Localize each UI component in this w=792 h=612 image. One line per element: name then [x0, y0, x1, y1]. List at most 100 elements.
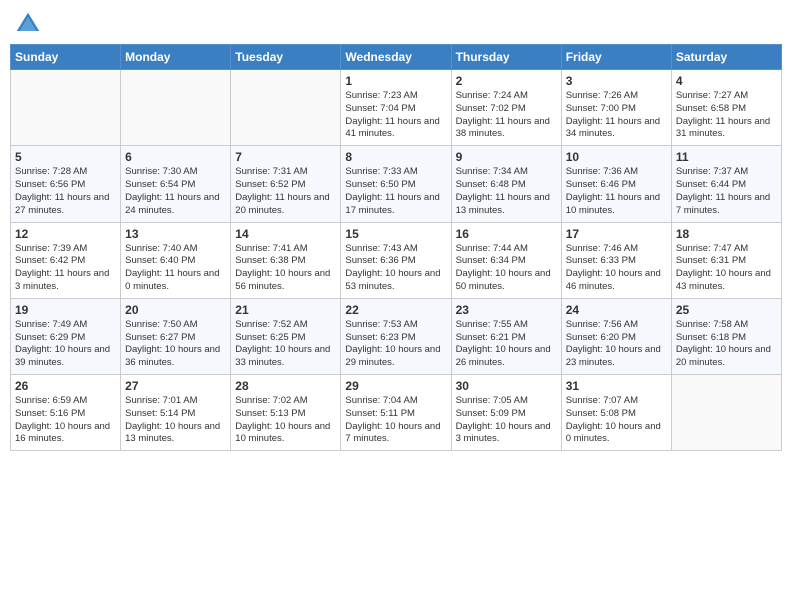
day-info: Sunrise: 7:41 AM Sunset: 6:38 PM Dayligh… [235, 243, 336, 294]
day-info: Sunrise: 7:05 AM Sunset: 5:09 PM Dayligh… [456, 395, 557, 446]
weekday-header-saturday: Saturday [671, 45, 781, 70]
day-number: 12 [15, 227, 116, 241]
week-row-4: 19 Sunrise: 7:49 AM Sunset: 6:29 PM Dayli… [11, 298, 782, 374]
day-number: 30 [456, 379, 557, 393]
day-number: 1 [345, 74, 446, 88]
weekday-header-row: SundayMondayTuesdayWednesdayThursdayFrid… [11, 45, 782, 70]
day-info: Sunrise: 7:50 AM Sunset: 6:27 PM Dayligh… [125, 319, 226, 370]
day-number: 25 [676, 303, 777, 317]
day-info: Sunrise: 7:23 AM Sunset: 7:04 PM Dayligh… [345, 90, 446, 141]
calendar-cell: 15Sunrise: 7:43 AM Sunset: 6:36 PM Dayli… [341, 222, 451, 298]
calendar-cell: 26 Sunrise: 6:59 AM Sunset: 5:16 PM Dayli… [11, 375, 121, 451]
calendar-cell: 28Sunrise: 7:02 AM Sunset: 5:13 PM Dayli… [231, 375, 341, 451]
day-number: 19 [15, 303, 116, 317]
day-number: 3 [566, 74, 667, 88]
calendar-cell: 11 Sunrise: 7:37 AM Sunset: 6:44 PM Dayli… [671, 146, 781, 222]
day-number: 11 [676, 150, 777, 164]
calendar-cell: 18Sunrise: 7:47 AM Sunset: 6:31 PM Dayli… [671, 222, 781, 298]
calendar-cell: 23 Sunrise: 7:55 AM Sunset: 6:21 PM Dayli… [451, 298, 561, 374]
day-number: 26 [15, 379, 116, 393]
weekday-header-sunday: Sunday [11, 45, 121, 70]
calendar-cell [231, 70, 341, 146]
day-info: Sunrise: 7:34 AM Sunset: 6:48 PM Dayligh… [456, 166, 557, 217]
calendar-cell: 1 Sunrise: 7:23 AM Sunset: 7:04 PM Daylig… [341, 70, 451, 146]
weekday-header-tuesday: Tuesday [231, 45, 341, 70]
day-number: 4 [676, 74, 777, 88]
day-info: Sunrise: 6:59 AM Sunset: 5:16 PM Dayligh… [15, 395, 116, 446]
day-number: 28 [235, 379, 336, 393]
day-info: Sunrise: 7:04 AM Sunset: 5:11 PM Dayligh… [345, 395, 446, 446]
day-number: 17 [566, 227, 667, 241]
week-row-1: 1 Sunrise: 7:23 AM Sunset: 7:04 PM Daylig… [11, 70, 782, 146]
calendar-cell: 29 Sunrise: 7:04 AM Sunset: 5:11 PM Dayli… [341, 375, 451, 451]
day-number: 9 [456, 150, 557, 164]
day-number: 13 [125, 227, 226, 241]
calendar-cell: 27Sunrise: 7:01 AM Sunset: 5:14 PM Dayli… [121, 375, 231, 451]
day-info: Sunrise: 7:33 AM Sunset: 6:50 PM Dayligh… [345, 166, 446, 217]
day-number: 20 [125, 303, 226, 317]
day-info: Sunrise: 7:47 AM Sunset: 6:31 PM Dayligh… [676, 243, 777, 294]
logo-icon [14, 10, 42, 38]
day-info: Sunrise: 7:37 AM Sunset: 6:44 PM Dayligh… [676, 166, 777, 217]
day-number: 31 [566, 379, 667, 393]
weekday-header-thursday: Thursday [451, 45, 561, 70]
day-number: 10 [566, 150, 667, 164]
calendar-cell: 8 Sunrise: 7:33 AM Sunset: 6:50 PM Daylig… [341, 146, 451, 222]
day-info: Sunrise: 7:43 AM Sunset: 6:36 PM Dayligh… [345, 243, 446, 294]
day-info: Sunrise: 7:56 AM Sunset: 6:20 PM Dayligh… [566, 319, 667, 370]
week-row-2: 5 Sunrise: 7:28 AM Sunset: 6:56 PM Daylig… [11, 146, 782, 222]
calendar-cell: 21 Sunrise: 7:52 AM Sunset: 6:25 PM Dayli… [231, 298, 341, 374]
day-info: Sunrise: 7:36 AM Sunset: 6:46 PM Dayligh… [566, 166, 667, 217]
calendar-cell: 24 Sunrise: 7:56 AM Sunset: 6:20 PM Dayli… [561, 298, 671, 374]
week-row-3: 12 Sunrise: 7:39 AM Sunset: 6:42 PM Dayli… [11, 222, 782, 298]
calendar-cell: 16 Sunrise: 7:44 AM Sunset: 6:34 PM Dayli… [451, 222, 561, 298]
calendar-cell: 30 Sunrise: 7:05 AM Sunset: 5:09 PM Dayli… [451, 375, 561, 451]
calendar-cell: 19 Sunrise: 7:49 AM Sunset: 6:29 PM Dayli… [11, 298, 121, 374]
calendar-cell: 17Sunrise: 7:46 AM Sunset: 6:33 PM Dayli… [561, 222, 671, 298]
calendar-cell: 13 Sunrise: 7:40 AM Sunset: 6:40 PM Dayli… [121, 222, 231, 298]
calendar-cell: 25 Sunrise: 7:58 AM Sunset: 6:18 PM Dayli… [671, 298, 781, 374]
day-number: 14 [235, 227, 336, 241]
calendar-cell: 10 Sunrise: 7:36 AM Sunset: 6:46 PM Dayli… [561, 146, 671, 222]
weekday-header-wednesday: Wednesday [341, 45, 451, 70]
day-number: 2 [456, 74, 557, 88]
calendar-cell: 22 Sunrise: 7:53 AM Sunset: 6:23 PM Dayli… [341, 298, 451, 374]
day-number: 5 [15, 150, 116, 164]
day-info: Sunrise: 7:55 AM Sunset: 6:21 PM Dayligh… [456, 319, 557, 370]
calendar-cell: 2 Sunrise: 7:24 AM Sunset: 7:02 PM Daylig… [451, 70, 561, 146]
day-number: 29 [345, 379, 446, 393]
day-info: Sunrise: 7:44 AM Sunset: 6:34 PM Dayligh… [456, 243, 557, 294]
day-number: 16 [456, 227, 557, 241]
day-info: Sunrise: 7:52 AM Sunset: 6:25 PM Dayligh… [235, 319, 336, 370]
weekday-header-friday: Friday [561, 45, 671, 70]
day-info: Sunrise: 7:39 AM Sunset: 6:42 PM Dayligh… [15, 243, 116, 294]
calendar-cell: 3 Sunrise: 7:26 AM Sunset: 7:00 PM Daylig… [561, 70, 671, 146]
calendar-table: SundayMondayTuesdayWednesdayThursdayFrid… [10, 44, 782, 451]
calendar-cell [11, 70, 121, 146]
day-info: Sunrise: 7:28 AM Sunset: 6:56 PM Dayligh… [15, 166, 116, 217]
calendar-cell [121, 70, 231, 146]
day-number: 23 [456, 303, 557, 317]
day-number: 24 [566, 303, 667, 317]
day-info: Sunrise: 7:24 AM Sunset: 7:02 PM Dayligh… [456, 90, 557, 141]
week-row-5: 26 Sunrise: 6:59 AM Sunset: 5:16 PM Dayli… [11, 375, 782, 451]
day-number: 22 [345, 303, 446, 317]
calendar-cell: 5 Sunrise: 7:28 AM Sunset: 6:56 PM Daylig… [11, 146, 121, 222]
calendar-cell: 14 Sunrise: 7:41 AM Sunset: 6:38 PM Dayli… [231, 222, 341, 298]
calendar-cell: 31Sunrise: 7:07 AM Sunset: 5:08 PM Dayli… [561, 375, 671, 451]
day-info: Sunrise: 7:26 AM Sunset: 7:00 PM Dayligh… [566, 90, 667, 141]
day-info: Sunrise: 7:01 AM Sunset: 5:14 PM Dayligh… [125, 395, 226, 446]
calendar-cell: 7Sunrise: 7:31 AM Sunset: 6:52 PM Daylig… [231, 146, 341, 222]
day-info: Sunrise: 7:49 AM Sunset: 6:29 PM Dayligh… [15, 319, 116, 370]
day-info: Sunrise: 7:58 AM Sunset: 6:18 PM Dayligh… [676, 319, 777, 370]
day-info: Sunrise: 7:30 AM Sunset: 6:54 PM Dayligh… [125, 166, 226, 217]
calendar-cell [671, 375, 781, 451]
day-info: Sunrise: 7:40 AM Sunset: 6:40 PM Dayligh… [125, 243, 226, 294]
day-info: Sunrise: 7:53 AM Sunset: 6:23 PM Dayligh… [345, 319, 446, 370]
weekday-header-monday: Monday [121, 45, 231, 70]
day-number: 21 [235, 303, 336, 317]
calendar-cell: 12 Sunrise: 7:39 AM Sunset: 6:42 PM Dayli… [11, 222, 121, 298]
day-number: 8 [345, 150, 446, 164]
calendar-cell: 9 Sunrise: 7:34 AM Sunset: 6:48 PM Daylig… [451, 146, 561, 222]
day-info: Sunrise: 7:31 AM Sunset: 6:52 PM Dayligh… [235, 166, 336, 217]
